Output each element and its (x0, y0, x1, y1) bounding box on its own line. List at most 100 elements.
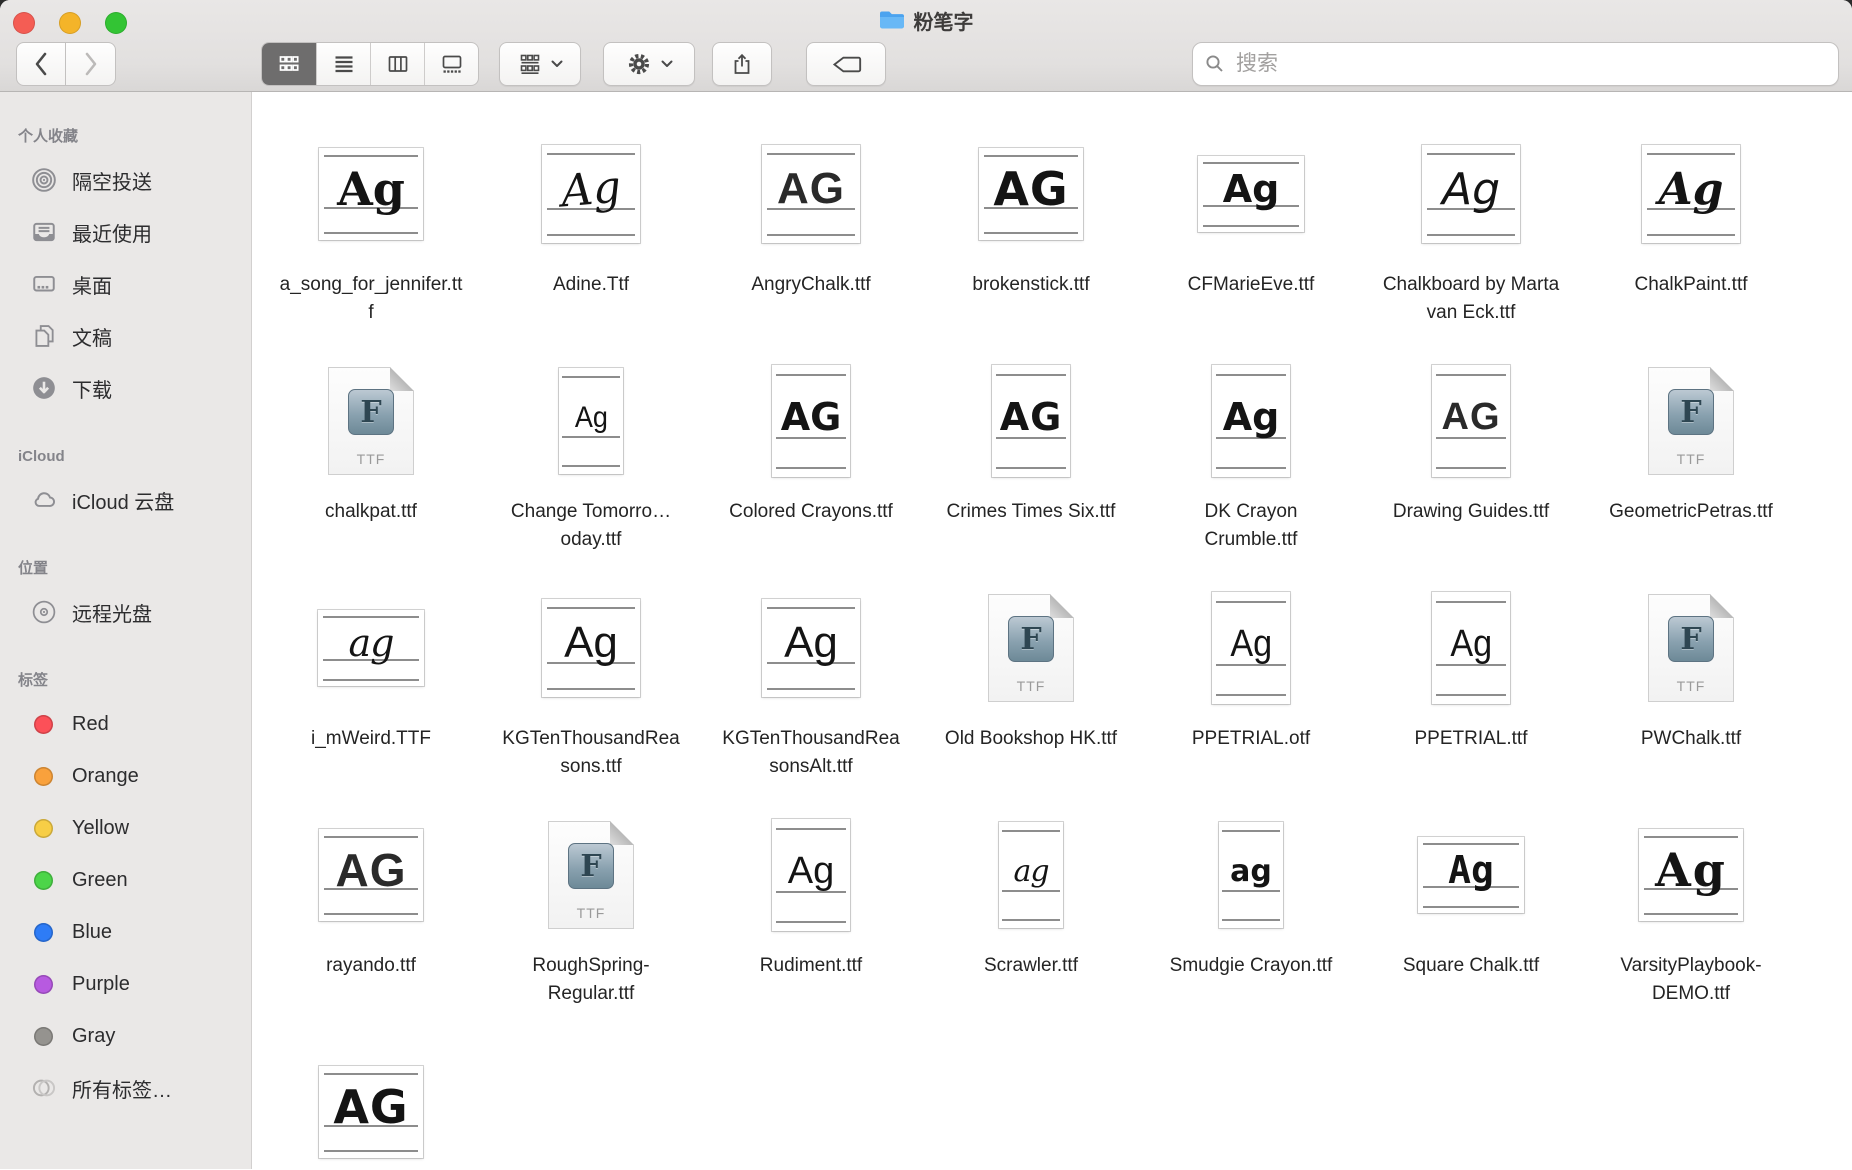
view-list-button[interactable] (316, 43, 370, 85)
preview-glyph: Ag (1223, 167, 1280, 211)
file-item[interactable]: F TTF RoughSpring-Regular.ttf (481, 811, 701, 1008)
file-name: GeometricPetras.ttf (1609, 498, 1773, 526)
sidebar-item[interactable]: iCloud 云盘 (0, 474, 251, 526)
file-item[interactable]: Ag KGTenThousandReasons.ttf (481, 584, 701, 781)
ttf-file-icon: F TTF (1648, 367, 1734, 475)
file-item[interactable]: F TTF PWChalk.ttf (1581, 584, 1801, 781)
font-preview-icon: Ag (542, 145, 640, 243)
search-field[interactable] (1192, 42, 1839, 86)
sidebar-item[interactable]: 桌面 (0, 258, 251, 310)
preview-glyph: ag (1013, 854, 1048, 889)
sidebar-item[interactable]: Green (0, 854, 251, 906)
file-name: Adine.Ttf (553, 271, 629, 299)
forward-button[interactable] (66, 42, 116, 86)
tag-color-dot (30, 815, 57, 842)
font-preview-icon: Ag (1422, 145, 1520, 243)
back-button[interactable] (16, 42, 66, 86)
sidebar-item[interactable]: Red (0, 698, 251, 750)
sidebar-item[interactable]: 所有标签… (0, 1062, 251, 1114)
nav-buttons (16, 42, 116, 86)
file-item[interactable]: Ag Square Chalk.ttf (1361, 811, 1581, 1008)
font-preview-icon: Ag (1432, 592, 1510, 704)
chevron-down-icon (661, 60, 673, 68)
share-button[interactable] (712, 42, 772, 86)
font-preview-icon: Ag (1642, 145, 1740, 243)
file-item[interactable]: F TTF GeometricPetras.ttf (1581, 357, 1801, 554)
file-grid: Ag a_song_for_jennifer.ttf Ag Adine.Ttf … (252, 92, 1852, 1169)
ttf-badge-label: TTF (1648, 451, 1734, 467)
file-item[interactable]: Ag DK Crayon Crumble.ttf (1141, 357, 1361, 554)
view-columns-button[interactable] (370, 43, 424, 85)
tag-button[interactable] (806, 42, 886, 86)
file-name: a_song_for_jennifer.ttf (278, 271, 464, 327)
sidebar-item[interactable]: 下载 (0, 362, 251, 414)
sidebar-item[interactable]: Orange (0, 750, 251, 802)
preview-glyph: Ag (788, 850, 834, 893)
file-item[interactable]: Ag Change Tomorro…oday.ttf (481, 357, 701, 554)
file-name: Crimes Times Six.ttf (947, 498, 1116, 526)
sidebar-item[interactable]: 文稿 (0, 310, 251, 362)
file-item[interactable]: Ag ChalkPaint.ttf (1581, 130, 1801, 327)
file-item[interactable]: ag Scrawler.ttf (921, 811, 1141, 1008)
file-item[interactable]: AG Colored Crayons.ttf (701, 357, 921, 554)
file-item[interactable]: Ag VarsityPlaybook-DEMO.ttf (1581, 811, 1801, 1008)
file-name: CFMarieEve.ttf (1188, 271, 1315, 299)
sidebar-item[interactable]: 远程光盘 (0, 586, 251, 638)
preview-glyph: Ag (1655, 843, 1727, 897)
file-name: PPETRIAL.ttf (1415, 725, 1528, 753)
file-name: PWChalk.ttf (1641, 725, 1741, 753)
sidebar-item[interactable]: Blue (0, 906, 251, 958)
search-input[interactable] (1234, 51, 1826, 77)
file-item[interactable]: Ag Chalkboard by Marta van Eck.ttf (1361, 130, 1581, 327)
sidebar-item[interactable]: Gray (0, 1010, 251, 1062)
view-gallery-button[interactable] (424, 43, 478, 85)
file-item[interactable]: ag Smudgie Crayon.ttf (1141, 811, 1361, 1008)
tag-color-dot (30, 919, 57, 946)
file-item[interactable]: AG brokenstick.ttf (921, 130, 1141, 327)
airdrop-icon (30, 167, 57, 194)
preview-glyph: AG (777, 164, 845, 214)
font-preview-icon: AG (1432, 365, 1510, 477)
view-switcher (261, 42, 479, 86)
font-preview-icon: Ag (1212, 365, 1290, 477)
sidebar-item[interactable]: Yellow (0, 802, 251, 854)
downloads-icon (30, 375, 57, 402)
file-name: Drawing Guides.ttf (1393, 498, 1549, 526)
file-item[interactable]: F TTF chalkpat.ttf (261, 357, 481, 554)
page-fold (1710, 367, 1734, 391)
file-item[interactable]: AG Drawing Guides.ttf (1361, 357, 1581, 554)
file-item[interactable]: Ag Adine.Ttf (481, 130, 701, 327)
preview-glyph: Ag (1448, 848, 1494, 892)
file-item[interactable]: AG AngryChalk.ttf (701, 130, 921, 327)
file-item[interactable]: Ag a_song_for_jennifer.ttf (261, 130, 481, 327)
file-item[interactable]: Ag CFMarieEve.ttf (1141, 130, 1361, 327)
sidebar-item[interactable]: Purple (0, 958, 251, 1010)
ttf-badge-label: TTF (1648, 678, 1734, 694)
file-item[interactable]: AG VTKS ANIMAL (261, 1048, 481, 1169)
finder-window: 粉笔字 (0, 0, 1852, 1170)
group-button[interactable] (499, 42, 581, 86)
file-item[interactable]: F TTF Old Bookshop HK.ttf (921, 584, 1141, 781)
file-item[interactable]: AG rayando.ttf (261, 811, 481, 1008)
font-preview-icon: Ag (1418, 837, 1524, 913)
grid-view-icon (277, 52, 301, 76)
title-row: 粉笔字 (0, 0, 1852, 40)
tag-color-dot (30, 763, 57, 790)
file-item[interactable]: AG Crimes Times Six.ttf (921, 357, 1141, 554)
sidebar-item[interactable]: 最近使用 (0, 206, 251, 258)
sidebar-item[interactable]: 隔空投送 (0, 154, 251, 206)
window-title: 粉笔字 (914, 6, 974, 35)
font-preview-icon: AG (319, 1066, 423, 1158)
font-preview-icon: ag (318, 610, 424, 686)
file-item[interactable]: Ag PPETRIAL.otf (1141, 584, 1361, 781)
sidebar-item-label: 桌面 (72, 270, 112, 299)
file-item[interactable]: ag i_mWeird.TTF (261, 584, 481, 781)
desktop-icon (30, 271, 57, 298)
file-item[interactable]: Ag Rudiment.ttf (701, 811, 921, 1008)
actions-button[interactable] (603, 42, 695, 86)
file-item[interactable]: Ag PPETRIAL.ttf (1361, 584, 1581, 781)
tag-color-dot (30, 1023, 57, 1050)
view-grid-button[interactable] (262, 43, 316, 85)
file-item[interactable]: Ag KGTenThousandReasonsAlt.ttf (701, 584, 921, 781)
ttf-file-icon: F TTF (548, 821, 634, 929)
